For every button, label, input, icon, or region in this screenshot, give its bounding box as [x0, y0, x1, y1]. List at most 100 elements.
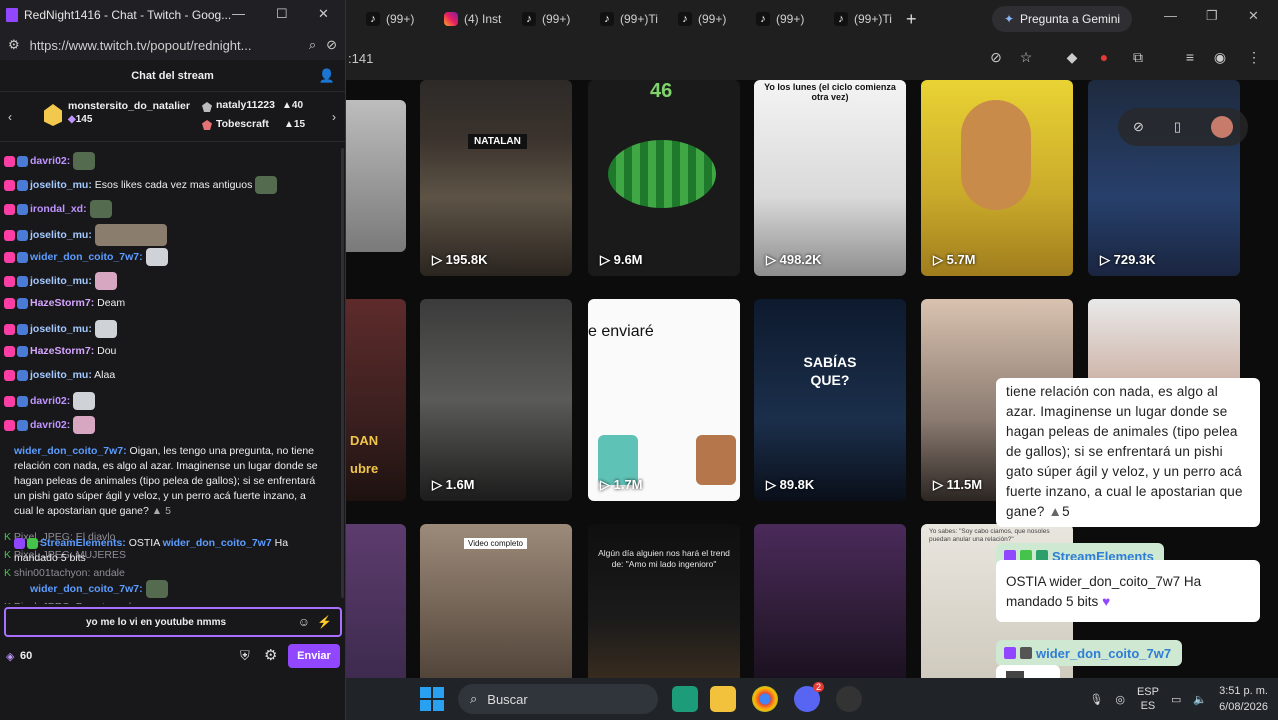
device-icon[interactable]: ▯ — [1174, 119, 1181, 135]
notification-badge: 2 — [812, 682, 824, 692]
video-thumb[interactable]: ▷ 1.6M — [420, 299, 572, 501]
chat-username[interactable]: irondal_xd: — [30, 203, 87, 215]
chat-username[interactable]: joselito_mu: — [30, 369, 92, 381]
badge-icon — [17, 297, 28, 309]
menu-kebab-icon[interactable]: ⋮ — [1244, 49, 1264, 69]
network-icon[interactable]: ◎ — [1115, 693, 1125, 706]
video-thumb[interactable] — [754, 524, 906, 678]
chrome-icon[interactable] — [752, 686, 778, 712]
site-settings-icon[interactable]: ⚙ — [8, 37, 20, 53]
browser-tab[interactable]: (4) Inst — [434, 4, 512, 34]
chat-footer: ◈ 60 ⛨ ⚙ Enviar — [0, 640, 345, 670]
browser-tab[interactable]: ♪ (99+)Ti — [590, 4, 668, 34]
video-thumb[interactable]: ▷ 5.7M — [921, 80, 1073, 276]
video-thumb[interactable]: SABÍAS QUE? ▷ 89.8K — [754, 299, 906, 501]
thumb-caption: Video completo — [464, 538, 527, 549]
chat-username[interactable]: joselito_mu: — [30, 275, 92, 287]
video-thumb[interactable]: Video completo — [420, 524, 572, 678]
profile-avatar[interactable] — [1210, 116, 1233, 138]
chat-username[interactable]: HazeStorm7: — [30, 345, 94, 357]
popup-url[interactable]: https://www.twitch.tv/popout/rednight... — [30, 38, 299, 53]
eye-off-icon[interactable]: ⊘ — [986, 49, 1006, 69]
taskbar-search[interactable]: ⌕ Buscar — [458, 684, 658, 714]
chat-scrollbar[interactable] — [341, 148, 344, 598]
video-thumb[interactable] — [346, 100, 406, 252]
third-name[interactable]: Tobescraft — [216, 118, 269, 130]
emote-picker-icon[interactable]: ☺ — [298, 615, 310, 629]
chat-username[interactable]: davri02: — [30, 155, 70, 167]
channel-points-value[interactable]: 60 — [20, 650, 32, 662]
lang-top: ESP — [1136, 686, 1159, 698]
chat-username[interactable]: davri02: — [30, 395, 70, 407]
second-name[interactable]: nataly11223 — [216, 99, 275, 111]
extension-icon-2[interactable]: ● — [1094, 49, 1114, 69]
chat-username[interactable]: wider_don_coito_7w7: — [14, 445, 127, 457]
watermelon-image — [608, 140, 716, 208]
chevron-left-icon[interactable]: ‹ — [8, 110, 12, 124]
video-thumb[interactable]: e enviaré ▷ 1.7M — [588, 299, 740, 501]
address-url[interactable]: :141 — [348, 51, 373, 66]
browser-tab[interactable]: ♪ (99+)Ti — [824, 4, 902, 34]
puzzle-icon[interactable]: ⧉ — [1128, 49, 1148, 69]
video-thumb[interactable]: DAN ubre — [346, 299, 406, 501]
mic-icon[interactable]: 🎙 — [1089, 693, 1103, 706]
tiktok-icon: ♪ — [522, 12, 536, 26]
gemini-button[interactable]: ✦ Pregunta a Gemini — [992, 6, 1132, 32]
language-indicator[interactable]: ESP ES — [1137, 685, 1159, 713]
video-thumb[interactable]: 46 ▷ 9.6M — [588, 80, 740, 276]
maximize-icon[interactable]: ☐ — [276, 6, 288, 22]
minimize-icon[interactable]: — — [232, 6, 245, 21]
video-thumb[interactable]: Yo los lunes (el ciclo comienza otra vez… — [754, 80, 906, 276]
chat-username[interactable]: joselito_mu: — [30, 179, 92, 191]
chat-message: joselito_mu: Esos likes cada vez mas ant… — [4, 176, 340, 194]
video-thumb[interactable]: Algún día alguien nos hará el trend de: … — [588, 524, 740, 678]
chat-username[interactable]: StreamElements: — [40, 537, 126, 549]
video-thumb[interactable]: NATALAN ▷ 195.8K — [420, 80, 572, 276]
volume-icon[interactable]: 🔈 — [1193, 693, 1207, 706]
overlay-username-pill: wider_don_coito_7w7 — [996, 640, 1182, 666]
chat-username[interactable]: joselito_mu: — [30, 229, 92, 241]
minimize-icon[interactable]: — — [1164, 8, 1177, 23]
maximize-icon[interactable]: ❐ — [1206, 8, 1218, 24]
zoom-icon[interactable]: ⌕ — [309, 37, 316, 53]
windows-start-icon[interactable] — [420, 687, 444, 711]
chat-username[interactable]: HazeStorm7: — [30, 297, 94, 309]
settings-gear-icon[interactable]: ⚙ — [264, 646, 277, 664]
autoscroll-icon[interactable]: ⊘ — [1133, 119, 1144, 135]
send-button[interactable]: Enviar — [288, 644, 340, 668]
eye-off-icon[interactable]: ⊘ — [326, 37, 337, 53]
channel-points-icon[interactable]: ◈ — [6, 650, 14, 663]
display-icon[interactable]: ▭ — [1171, 693, 1181, 706]
video-thumb[interactable] — [346, 524, 406, 678]
chat-input-text[interactable]: yo me lo vi en youtube nmms — [86, 617, 226, 628]
chat-mention[interactable]: wider_don_coito_7w7 — [163, 537, 272, 549]
clock[interactable]: 3:51 p. m. 6/08/2026 — [1219, 683, 1268, 715]
leader-name[interactable]: monstersito_do_natalier — [68, 100, 190, 112]
badge-icon — [17, 203, 28, 215]
users-icon[interactable]: 👤 — [319, 68, 335, 84]
browser-tab[interactable]: ♪ (99+) — [356, 4, 434, 34]
commands-icon[interactable]: ⚡ — [317, 615, 332, 629]
browser-tab[interactable]: ♪ (99+) — [668, 4, 746, 34]
chat-username[interactable]: wider_don_coito_7w7: — [30, 583, 143, 595]
new-tab-button[interactable]: + — [906, 9, 917, 30]
profile-avatar[interactable]: ◉ — [1210, 49, 1230, 69]
chat-username[interactable]: wider_don_coito_7w7: — [30, 251, 143, 263]
app-icon[interactable] — [672, 686, 698, 712]
shield-icon[interactable]: ⛨ — [240, 648, 250, 664]
clock-time: 3:51 p. m. — [1219, 685, 1268, 697]
chat-username[interactable]: joselito_mu: — [30, 323, 92, 335]
media-icon[interactable]: ≡ — [1180, 49, 1200, 69]
discord-icon[interactable]: 2 — [794, 682, 824, 712]
bookmark-star-icon[interactable]: ☆ — [1016, 49, 1036, 69]
chevron-right-icon[interactable]: › — [332, 110, 336, 124]
browser-tab[interactable]: ♪ (99+) — [512, 4, 590, 34]
chat-username[interactable]: davri02: — [30, 419, 70, 431]
app-icon[interactable] — [836, 686, 862, 712]
close-icon[interactable]: ✕ — [1248, 8, 1259, 24]
chat-input[interactable]: yo me lo vi en youtube nmms ☺ ⚡ — [4, 607, 342, 637]
extension-icon-1[interactable]: ◆ — [1062, 49, 1082, 69]
browser-tab[interactable]: ♪ (99+) — [746, 4, 824, 34]
file-explorer-icon[interactable] — [710, 686, 736, 712]
close-icon[interactable]: ✕ — [318, 6, 329, 22]
